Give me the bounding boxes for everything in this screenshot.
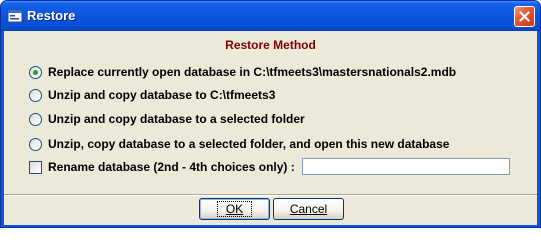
ok-button[interactable]: OK xyxy=(199,198,270,220)
option-unzip-to-tfmeets3[interactable]: Unzip and copy database to C:\tfmeets3 xyxy=(29,87,275,103)
option-label: Unzip, copy database to a selected folde… xyxy=(48,137,450,151)
option-unzip-and-open[interactable]: Unzip, copy database to a selected folde… xyxy=(29,136,449,152)
option-label: Unzip and copy database to a selected fo… xyxy=(48,112,305,126)
ok-label: OK xyxy=(216,201,253,217)
radio-unzip-to-selected-folder[interactable] xyxy=(29,112,42,126)
rename-input[interactable] xyxy=(302,158,510,175)
divider xyxy=(4,194,537,196)
dialog-body: Restore Method Replace currently open da… xyxy=(4,31,537,225)
option-label: Replace currently open database in C:\tf… xyxy=(48,65,457,79)
window-title: Restore xyxy=(27,8,76,23)
restore-dialog: Restore Restore Method Replace currently… xyxy=(0,0,541,228)
cancel-label: Cancel xyxy=(289,202,328,216)
option-unzip-to-selected-folder[interactable]: Unzip and copy database to a selected fo… xyxy=(29,111,305,127)
form-icon xyxy=(7,9,23,23)
close-button[interactable] xyxy=(514,6,535,27)
rename-label: Rename database (2nd - 4th choices only)… xyxy=(48,160,295,174)
cancel-button[interactable]: Cancel xyxy=(273,198,344,220)
radio-unzip-to-tfmeets3[interactable] xyxy=(29,88,42,102)
title-bar[interactable]: Restore xyxy=(1,1,540,31)
close-icon xyxy=(519,11,530,22)
radio-unzip-and-open[interactable] xyxy=(29,137,42,151)
radio-replace-current[interactable] xyxy=(29,65,42,79)
rename-option[interactable]: Rename database (2nd - 4th choices only)… xyxy=(29,159,295,175)
option-label: Unzip and copy database to C:\tfmeets3 xyxy=(48,88,276,102)
restore-method-heading: Restore Method xyxy=(225,38,316,52)
option-replace-current[interactable]: Replace currently open database in C:\tf… xyxy=(29,64,456,80)
rename-checkbox[interactable] xyxy=(29,160,42,174)
